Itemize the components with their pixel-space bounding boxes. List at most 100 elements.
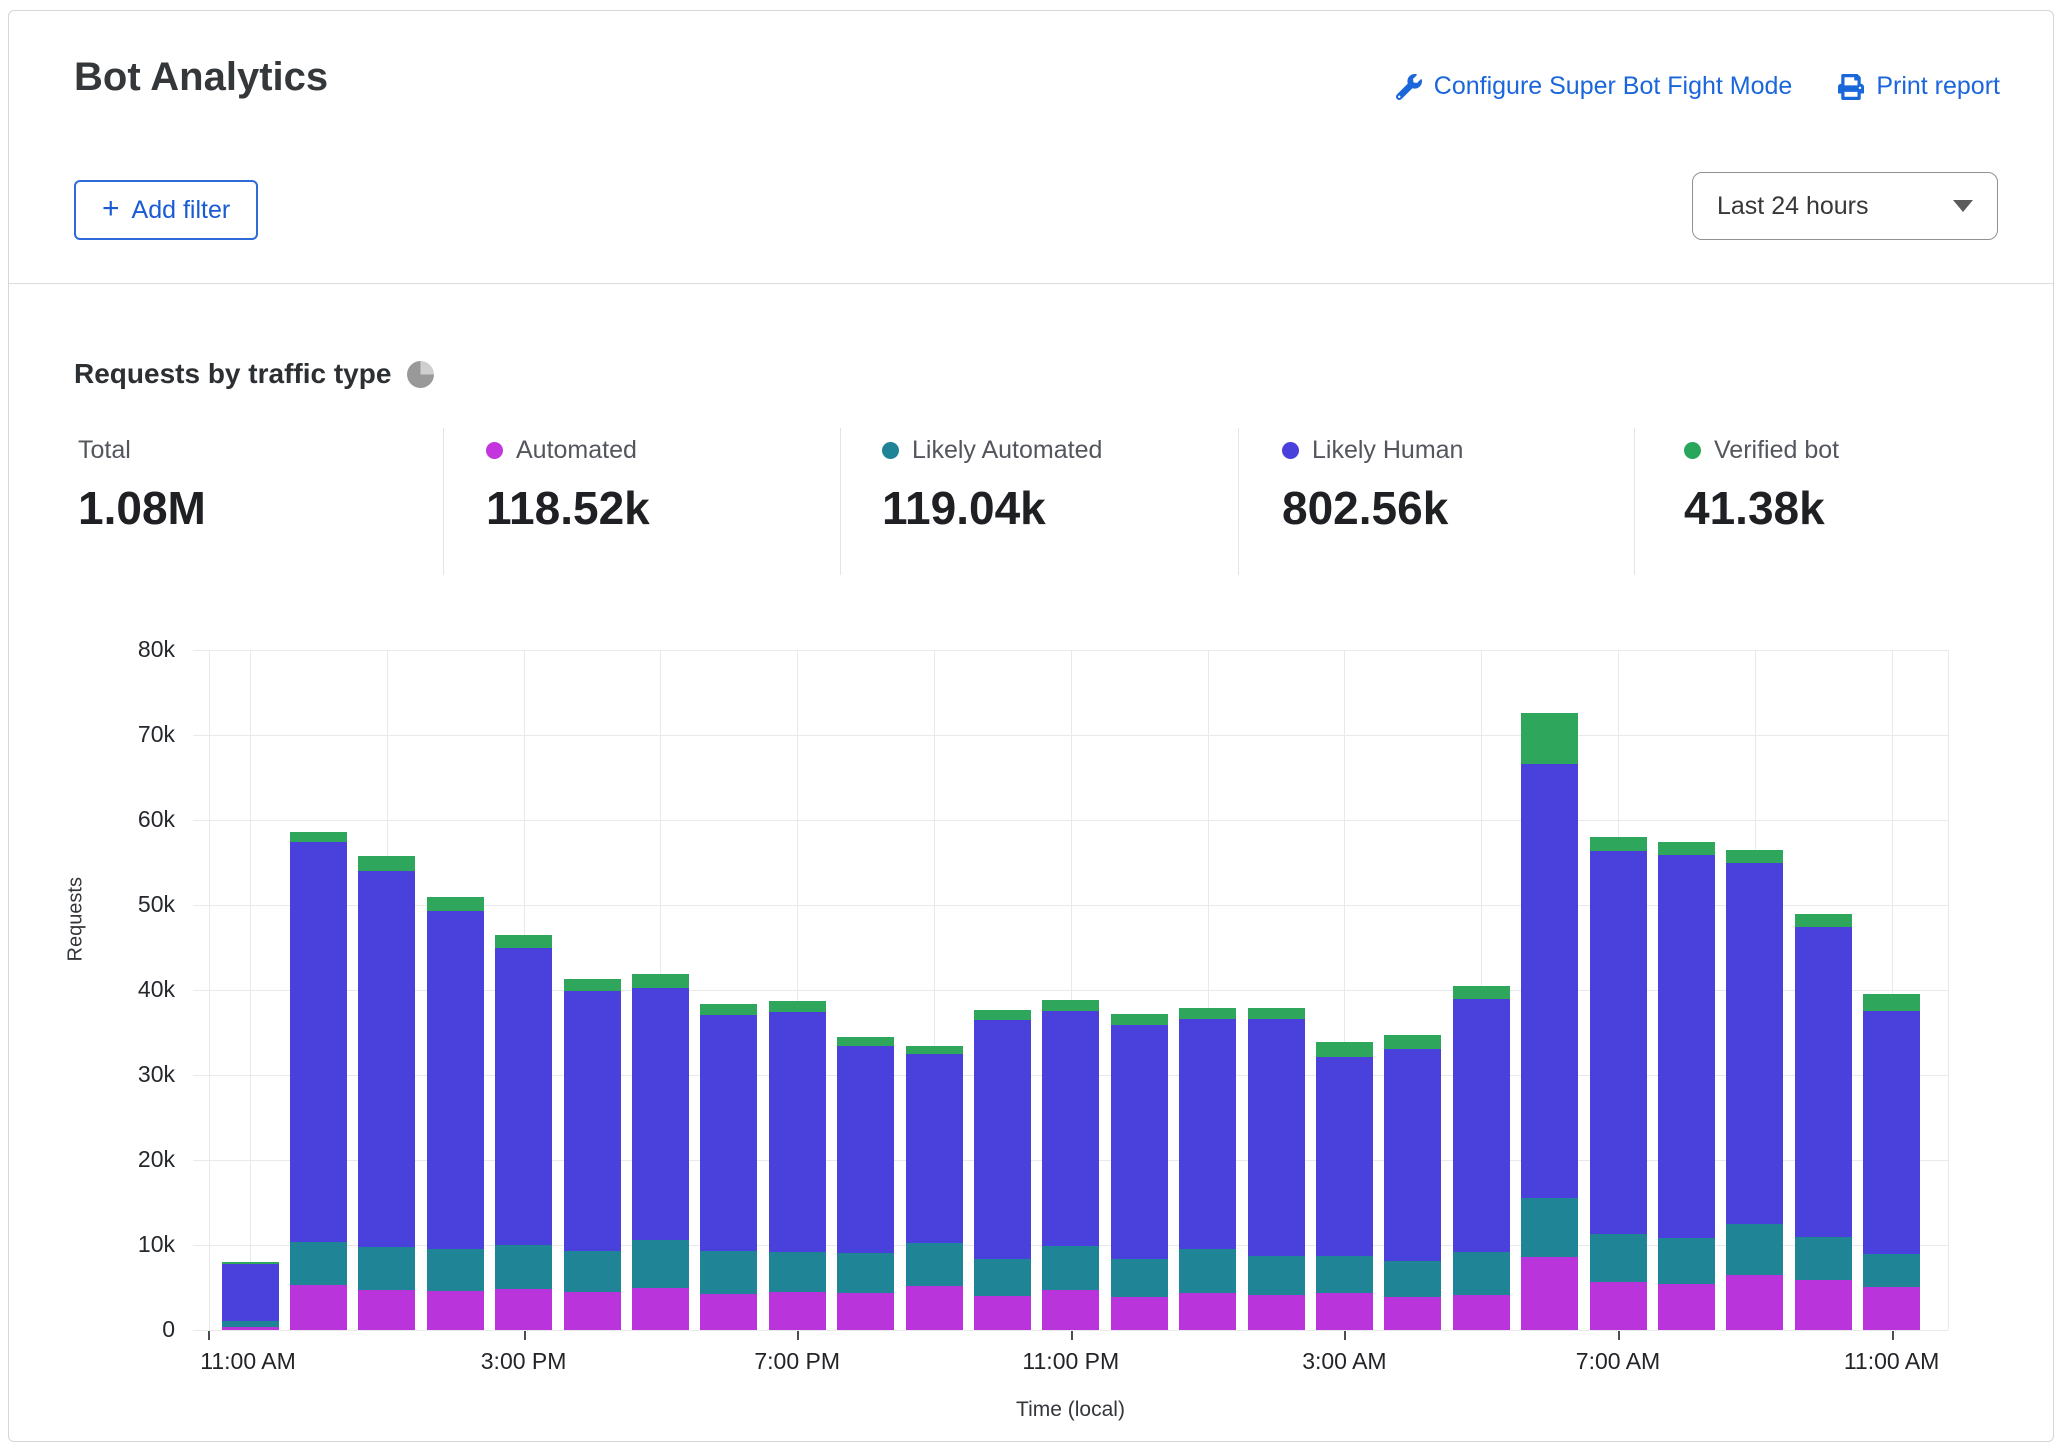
traffic-bar[interactable] [906,1046,963,1330]
header-actions: Configure Super Bot Fight Mode Print rep… [1396,72,2000,101]
bar-segment-likely-human [495,948,552,1245]
bar-segment-likely-automated [1863,1254,1920,1287]
bar-segment-likely-human [1590,851,1647,1234]
print-report-link[interactable]: Print report [1838,72,2000,101]
x-axis-tick [1344,1331,1346,1340]
y-axis-tick-label: 20k [95,1146,175,1173]
stat-divider [1634,428,1635,575]
add-filter-button[interactable]: + Add filter [74,180,258,240]
stat-total: Total 1.08M [78,436,206,535]
bar-segment-automated [1042,1290,1099,1330]
print-link-label: Print report [1876,72,2000,101]
bot-analytics-page: Bot Analytics Configure Super Bot Fight … [0,0,2062,1450]
stat-divider [1238,428,1239,575]
bar-segment-automated [222,1327,279,1330]
plus-icon: + [102,194,120,224]
traffic-bar[interactable] [632,974,689,1330]
traffic-bar[interactable] [1521,714,1578,1330]
bar-segment-likely-human [564,991,621,1251]
x-axis-tick [1618,1331,1620,1340]
stat-value: 802.56k [1282,481,1463,535]
time-range-dropdown[interactable]: Last 24 hours [1692,172,1998,240]
likely-human-legend-dot [1282,442,1299,459]
y-axis-title: Requests [65,922,88,962]
traffic-bar[interactable] [1316,1041,1373,1330]
traffic-bar[interactable] [427,896,484,1330]
bar-segment-likely-automated [1248,1256,1305,1295]
bar-segment-automated [1248,1295,1305,1330]
y-axis-tick-label: 10k [95,1231,175,1258]
traffic-bar[interactable] [1384,1035,1441,1330]
add-filter-label: Add filter [132,196,231,225]
traffic-bar[interactable] [1863,994,1920,1330]
traffic-bar[interactable] [564,979,621,1330]
traffic-bar[interactable] [1179,1009,1236,1330]
bar-segment-automated [564,1292,621,1330]
bar-segment-likely-automated [1384,1261,1441,1297]
bar-segment-likely-human [1248,1019,1305,1256]
bar-segment-likely-human [1111,1025,1168,1259]
bar-segment-likely-automated [1453,1252,1510,1295]
bar-segment-automated [1179,1293,1236,1330]
bar-segment-verified-bot [974,1010,1031,1020]
traffic-bar[interactable] [1111,1014,1168,1330]
bar-segment-verified-bot [495,935,552,948]
bar-segment-automated [1111,1297,1168,1330]
automated-legend-dot [486,442,503,459]
x-axis-tick [1892,1331,1894,1340]
traffic-bar[interactable] [837,1038,894,1330]
traffic-bar[interactable] [1042,1000,1099,1330]
traffic-bar[interactable] [1795,913,1852,1330]
x-axis-tick-label: 3:00 AM [1302,1348,1386,1375]
bar-segment-verified-bot [1795,914,1852,927]
bar-segment-likely-automated [564,1251,621,1292]
stat-value: 1.08M [78,481,206,535]
bar-segment-verified-bot [700,1004,757,1015]
chevron-down-icon [1953,200,1973,212]
bar-segment-likely-automated [1658,1238,1715,1284]
bar-segment-likely-human [290,842,347,1242]
bar-segment-verified-bot [1453,986,1510,999]
bar-segment-automated [906,1286,963,1330]
wrench-icon [1396,74,1422,100]
stat-label: Verified bot [1714,436,1839,465]
bar-segment-likely-human [222,1264,279,1321]
traffic-bar[interactable] [700,1004,757,1330]
bar-segment-verified-bot [769,1001,826,1012]
traffic-bar[interactable] [1590,837,1647,1330]
y-axis-tick-label: 60k [95,806,175,833]
traffic-bar[interactable] [495,936,552,1330]
x-axis-tick-label: 7:00 AM [1576,1348,1660,1375]
traffic-bar[interactable] [1453,986,1510,1330]
traffic-bar[interactable] [290,833,347,1330]
header-divider [9,283,2053,284]
bar-segment-automated [837,1293,894,1330]
bar-segment-automated [427,1291,484,1330]
pie-chart-icon [407,361,434,388]
traffic-bar[interactable] [769,1001,826,1330]
bar-segment-verified-bot [427,897,484,911]
y-axis-tick-label: 50k [95,891,175,918]
x-axis-tick-label: 11:00 AM [200,1348,295,1375]
bar-segment-automated [1384,1297,1441,1330]
traffic-bar[interactable] [974,1010,1031,1330]
traffic-bar[interactable] [1248,1008,1305,1330]
stat-automated: Automated 118.52k [486,436,650,535]
bar-segment-likely-human [769,1012,826,1252]
traffic-bar[interactable] [358,857,415,1330]
bar-segment-verified-bot [1179,1008,1236,1019]
y-axis-tick-label: 40k [95,976,175,1003]
traffic-bar[interactable] [222,1262,279,1330]
traffic-bar[interactable] [1658,842,1715,1330]
bar-segment-likely-automated [1521,1198,1578,1257]
configure-super-bot-fight-mode-link[interactable]: Configure Super Bot Fight Mode [1396,72,1793,101]
x-gridline [250,650,251,1330]
bar-segment-automated [1658,1284,1715,1330]
stat-verified-bot: Verified bot 41.38k [1684,436,1839,535]
traffic-bar[interactable] [1726,850,1783,1330]
bar-segment-verified-bot [906,1046,963,1054]
bar-segment-likely-human [1795,927,1852,1237]
bar-segment-likely-human [1726,863,1783,1224]
bar-segment-automated [1316,1293,1373,1330]
bar-segment-likely-automated [358,1247,415,1290]
